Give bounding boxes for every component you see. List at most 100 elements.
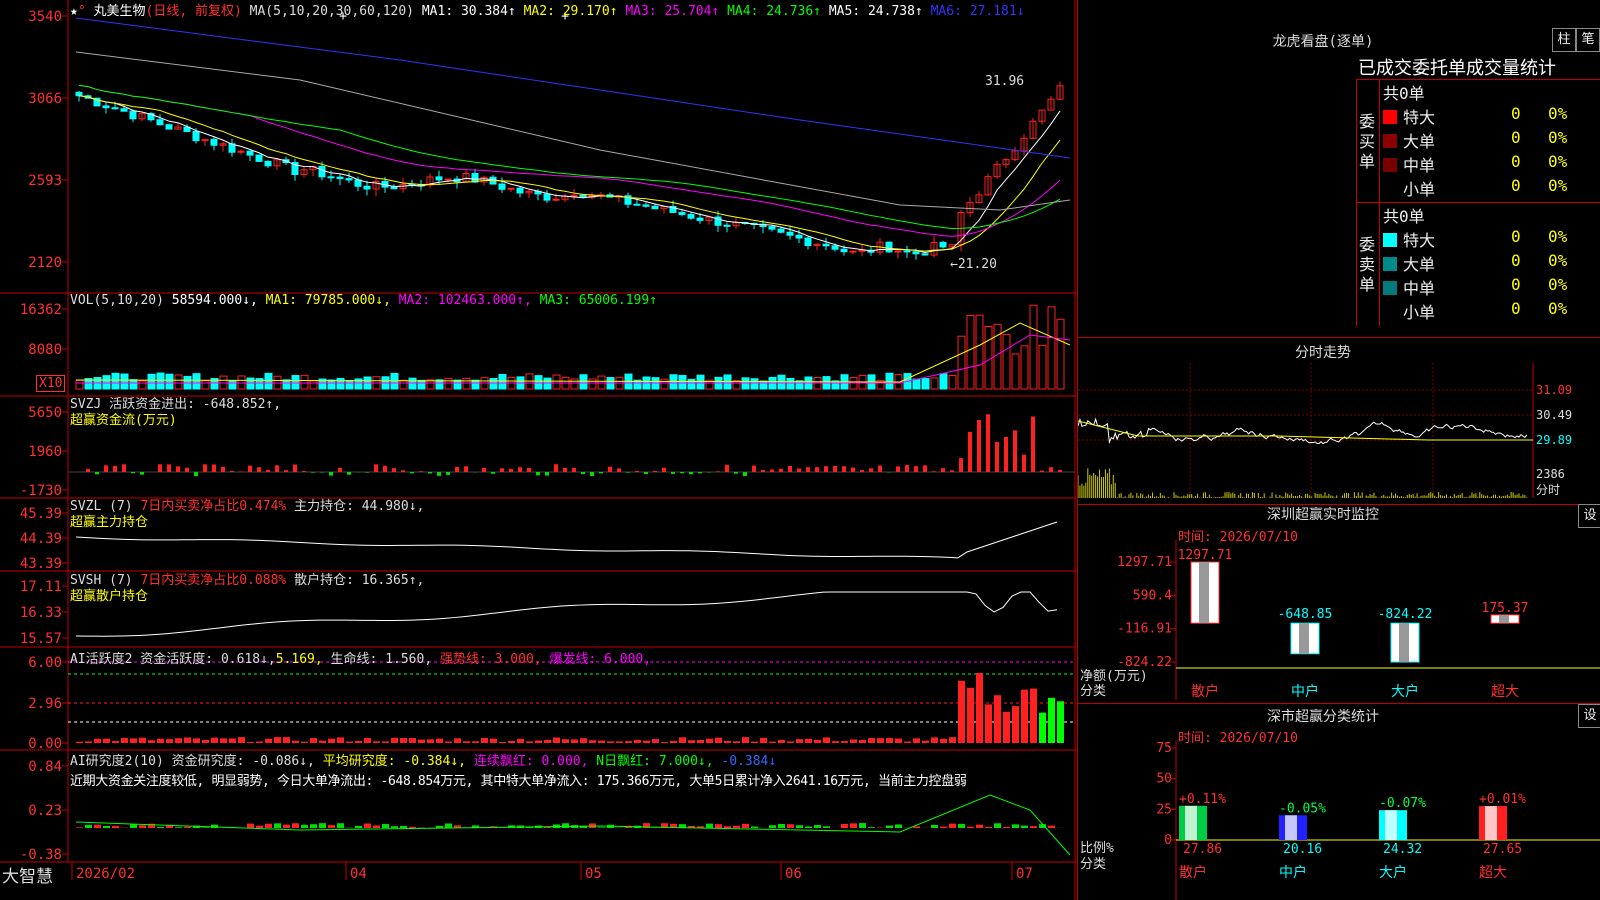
order-pct: 0%: [1548, 152, 1568, 171]
color-swatch: [1383, 158, 1397, 172]
indicator-value: MA1: 79785.000↓,: [265, 293, 399, 308]
order-pct: 0%: [1548, 275, 1568, 294]
monitor-chart[interactable]: 1297.71590.4-116.91-824.22净额(万元)分类1297.7…: [1078, 540, 1600, 715]
candle-body: [264, 160, 272, 167]
y-axis-label: 45.39: [20, 506, 62, 522]
classify-ylabel: 分类: [1080, 857, 1106, 872]
svzj-line2: 超赢资金流(万元): [70, 413, 177, 428]
activity-bar: [1057, 701, 1064, 743]
order-pct: 0%: [1548, 128, 1568, 147]
activity-bar: [832, 741, 839, 743]
volume-bar: [102, 375, 111, 390]
candle-body: [210, 138, 218, 146]
candle-body: [804, 237, 812, 246]
activity-bar: [697, 739, 704, 743]
fund-flow-bar: [230, 470, 234, 472]
order-count: 0: [1511, 275, 1521, 294]
fund-flow-bar: [590, 472, 594, 477]
classify-chart[interactable]: 7550250比例%分类+0.11%27.86散户-0.05%20.16中户-0…: [1078, 740, 1600, 900]
order-size-name: 中单: [1403, 279, 1436, 298]
activity-bar: [571, 739, 578, 743]
activity-bar: [976, 673, 983, 743]
y-axis-label: 1960: [28, 444, 62, 460]
order-size-name: 特大: [1403, 108, 1436, 127]
fund-flow-bar: [275, 465, 279, 472]
research-bar: [769, 825, 776, 828]
activity-bar: [1030, 688, 1037, 743]
y-axis-label: 5650: [28, 405, 62, 421]
monitor-title: 深圳超赢实时监控: [1267, 507, 1379, 523]
fund-flow-bar: [347, 472, 351, 475]
classify-axis-label: 75: [1156, 741, 1172, 756]
research-bar: [103, 825, 110, 828]
research-bar: [742, 823, 749, 828]
fund-flow-bar: [455, 466, 459, 472]
fund-flow-bar: [941, 468, 945, 472]
activity-bar: [337, 737, 344, 743]
research-bar: [949, 823, 956, 828]
fund-flow-bar: [680, 472, 684, 474]
order-size-row: 小单 0 0%: [1383, 176, 1598, 200]
monitor-bar: [1390, 622, 1420, 663]
candle-body: [777, 228, 785, 233]
fund-flow-bar: [167, 464, 171, 472]
bar-view-button[interactable]: 柱: [1552, 28, 1576, 52]
fund-flow-bar: [662, 467, 666, 472]
fund-flow-bar: [959, 458, 963, 472]
volume-bar: [237, 375, 246, 390]
order-size-row: 特大 0 0%: [1383, 227, 1598, 251]
classify-bar-shade: [1285, 815, 1297, 840]
research-bar: [886, 825, 893, 828]
candle-body: [102, 105, 110, 109]
svsh-line2: 超赢散户持仓: [70, 589, 149, 604]
main-chart-area[interactable]: 3540 3066 2593 2120 16362 8080 5650 1960 -1730 45…: [0, 0, 1076, 900]
research-bar: [175, 827, 182, 828]
classify-bar: [1279, 815, 1307, 840]
candle-body: [255, 154, 263, 162]
activity-bar: [247, 741, 254, 743]
stock-name[interactable]: 丸美生物: [93, 4, 145, 19]
star-icon[interactable]: ★: [70, 4, 78, 19]
activity-bar: [949, 737, 956, 743]
fund-flow-bar: [464, 466, 468, 472]
research-bar: [1048, 825, 1055, 828]
volume-bar: [759, 380, 768, 390]
fund-flow-bar: [293, 464, 297, 472]
fund-flow-bar: [554, 464, 558, 472]
activity-bar: [490, 738, 497, 743]
research-bar: [112, 825, 119, 828]
svzj-header: SVZJ 活跃资金进出: -648.852↑, 超赢资金流(万元): [70, 397, 281, 429]
activity-bar: [265, 738, 272, 743]
fund-flow-bar: [329, 472, 333, 476]
classify-settings-button[interactable]: 设: [1578, 704, 1600, 728]
activity-bar: [274, 737, 281, 743]
activity-bar: [499, 741, 506, 743]
ma-line: [75, 51, 1071, 211]
order-size-row: 大单 0 0%: [1383, 128, 1598, 152]
monitor-bar-label: -648.85: [1278, 607, 1333, 622]
fund-flow-bar: [491, 472, 495, 474]
research-bar: [967, 826, 974, 828]
research-bar: [445, 823, 452, 828]
volume-bar: [984, 326, 993, 390]
volume-bar: [912, 378, 921, 390]
candle-body: [939, 241, 947, 248]
order-count: 0: [1511, 104, 1521, 123]
monitor-settings-button[interactable]: 设: [1578, 504, 1600, 528]
activity-bar: [652, 739, 659, 743]
volume-bar: [282, 379, 291, 390]
research-bar: [985, 826, 992, 828]
tick-view-button[interactable]: 笔: [1576, 28, 1600, 52]
research-bar: [319, 823, 326, 828]
volume-bar: [552, 374, 561, 390]
intraday-chart[interactable]: 31.09 30.49 29.89 2386 分时: [1078, 363, 1600, 503]
y-axis-label: 3540: [28, 9, 62, 25]
intraday-vol-label: 2386: [1536, 467, 1565, 481]
volume-bar: [1056, 318, 1065, 390]
volume-bar: [201, 380, 210, 390]
candle-body: [552, 198, 560, 201]
classify-category-label: 超大: [1479, 865, 1507, 881]
activity-bar: [985, 704, 992, 743]
app-logo[interactable]: 大智慧: [2, 862, 53, 887]
fund-flow-bar: [599, 472, 603, 474]
